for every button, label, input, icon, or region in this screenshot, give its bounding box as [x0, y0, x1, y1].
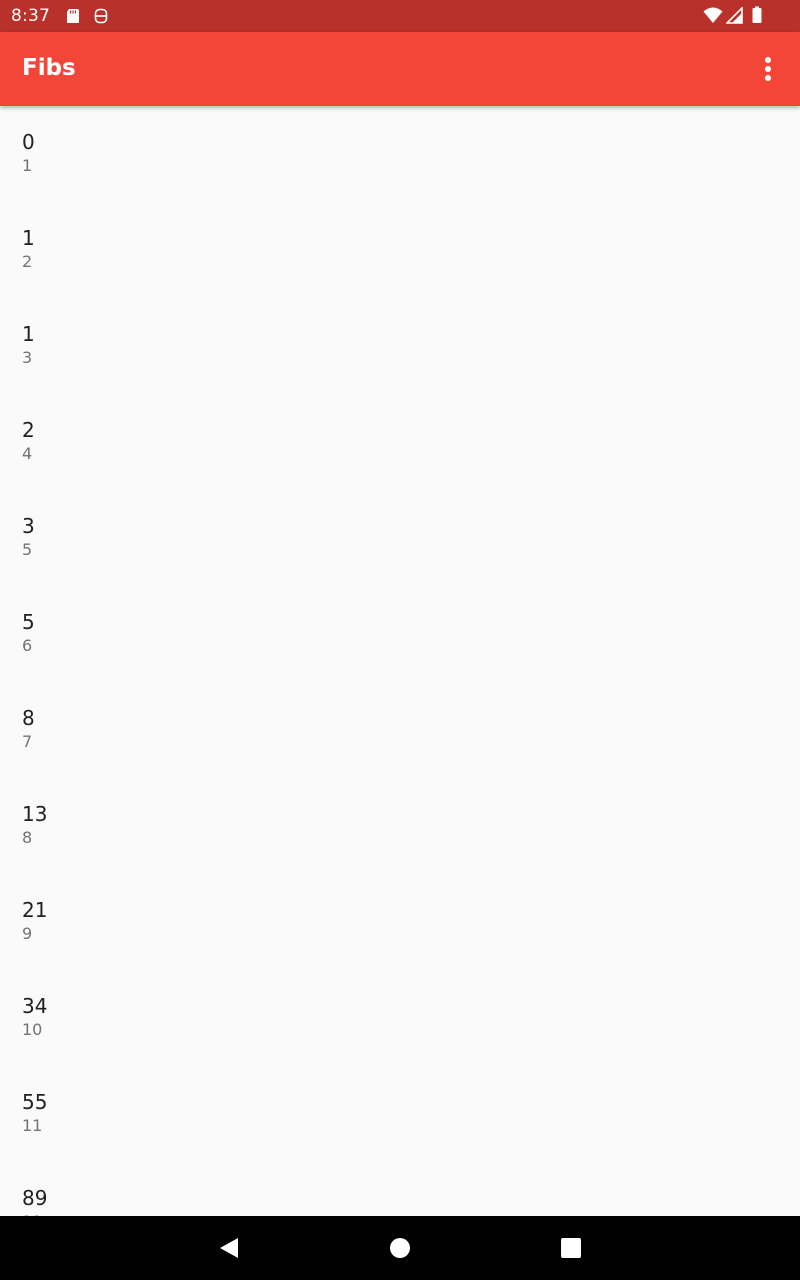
item-index: 7 [22, 732, 33, 751]
wifi-icon [703, 6, 723, 24]
navigation-bar [0, 1216, 800, 1280]
list-item[interactable]: 2 4 [0, 394, 800, 490]
recents-button[interactable] [551, 1228, 591, 1268]
item-index: 3 [22, 348, 33, 367]
item-value: 34 [22, 994, 48, 1018]
item-index: 8 [22, 828, 33, 847]
item-value: 0 [22, 130, 35, 154]
list-item[interactable]: 1 2 [0, 202, 800, 298]
item-value: 8 [22, 706, 35, 730]
status-time: 8:37 [11, 6, 50, 26]
item-index: 5 [22, 540, 33, 559]
fibonacci-list[interactable]: 0 1 1 2 1 3 2 4 3 5 5 6 8 7 13 8 21 9 34… [0, 106, 800, 1216]
item-value: 3 [22, 514, 35, 538]
item-index: 6 [22, 636, 33, 655]
item-value: 21 [22, 898, 48, 922]
item-value: 89 [22, 1186, 48, 1210]
list-item[interactable]: 5 6 [0, 586, 800, 682]
list-item[interactable]: 55 11 [0, 1066, 800, 1162]
list-item[interactable]: 34 10 [0, 970, 800, 1066]
item-index: 10 [22, 1020, 43, 1039]
list-item[interactable]: 1 3 [0, 298, 800, 394]
app-bar: Fibs [0, 32, 800, 106]
list-item[interactable]: 0 1 [0, 106, 800, 202]
back-icon [209, 1228, 249, 1268]
list-item[interactable]: 3 5 [0, 490, 800, 586]
cellular-signal-icon [726, 7, 744, 25]
recents-icon [551, 1228, 591, 1268]
battery-icon [750, 6, 764, 24]
item-index: 9 [22, 924, 33, 943]
item-index: 11 [22, 1116, 43, 1135]
list-item[interactable]: 13 8 [0, 778, 800, 874]
item-value: 5 [22, 610, 35, 634]
home-button[interactable] [380, 1228, 420, 1268]
item-value: 2 [22, 418, 35, 442]
item-value: 1 [22, 226, 35, 250]
item-value: 13 [22, 802, 48, 826]
list-item[interactable]: 89 12 [0, 1162, 800, 1216]
app-title: Fibs [22, 55, 76, 81]
item-value: 1 [22, 322, 35, 346]
item-index: 2 [22, 252, 33, 271]
sync-icon [92, 7, 110, 25]
overflow-menu-button[interactable] [744, 45, 792, 93]
list-item[interactable]: 8 7 [0, 682, 800, 778]
item-value: 55 [22, 1090, 48, 1114]
back-button[interactable] [209, 1228, 249, 1268]
item-index: 4 [22, 444, 33, 463]
list-item[interactable]: 21 9 [0, 874, 800, 970]
status-bar: 8:37 [0, 0, 800, 32]
item-index: 1 [22, 156, 33, 175]
home-icon [380, 1228, 420, 1268]
more-vert-icon [744, 45, 792, 93]
sd-card-icon [64, 7, 82, 25]
